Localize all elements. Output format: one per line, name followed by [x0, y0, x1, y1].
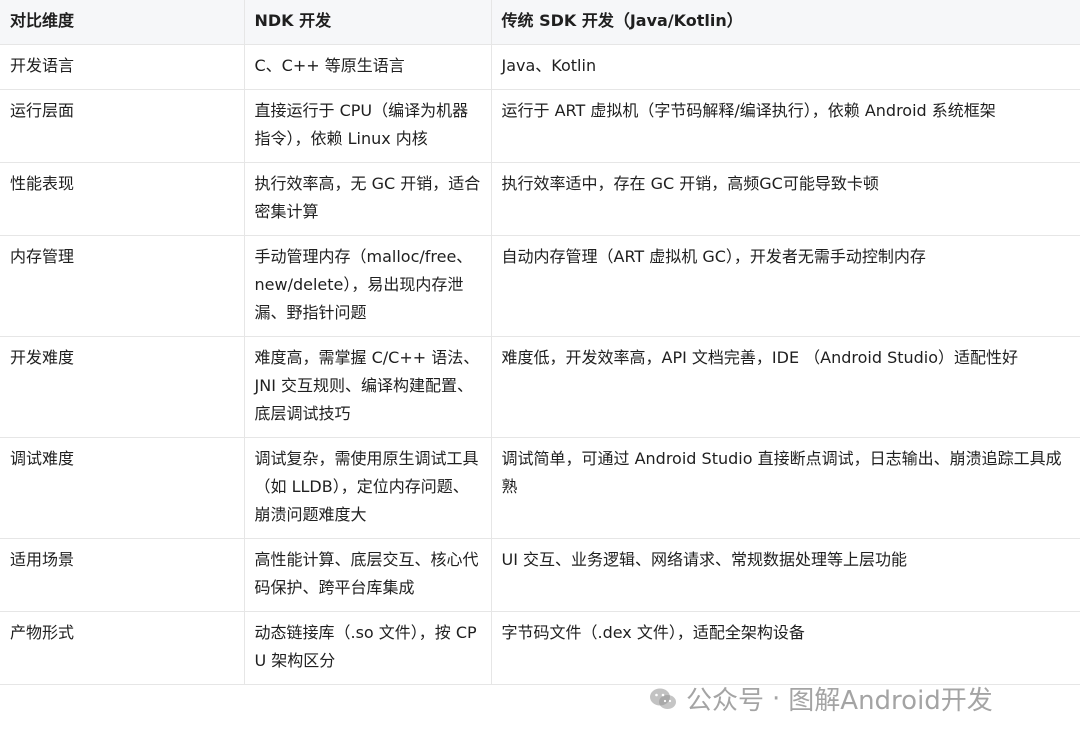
header-sdk: 传统 SDK 开发（Java/Kotlin） [491, 0, 1080, 45]
table-row: 产物形式 动态链接库（.so 文件），按 CPU 架构区分 字节码文件（.dex… [0, 611, 1080, 685]
row-sdk-cell: 字节码文件（.dex 文件），适配全架构设备 [491, 611, 1080, 685]
row-sdk-cell: UI 交互、业务逻辑、网络请求、常规数据处理等上层功能 [491, 538, 1080, 612]
watermark-separator: · [772, 683, 781, 714]
row-ndk-cell: 难度高，需掌握 C/C++ 语法、JNI 交互规则、编译构建配置、底层调试技巧 [244, 336, 492, 438]
row-dimension: 开发语言 [0, 44, 245, 90]
row-ndk-cell: 直接运行于 CPU（编译为机器指令），依赖 Linux 内核 [244, 89, 492, 163]
comparison-table: 对比维度 NDK 开发 传统 SDK 开发（Java/Kotlin） 开发语言 … [0, 0, 1080, 685]
row-sdk-cell: 执行效率适中，存在 GC 开销，高频GC可能导致卡顿 [491, 162, 1080, 236]
row-sdk-cell: 运行于 ART 虚拟机（字节码解释/编译执行），依赖 Android 系统框架 [491, 89, 1080, 163]
row-dimension: 适用场景 [0, 538, 245, 612]
row-dimension: 运行层面 [0, 89, 245, 163]
header-ndk: NDK 开发 [244, 0, 492, 45]
row-sdk-cell: 难度低，开发效率高，API 文档完善，IDE （Android Studio）适… [491, 336, 1080, 438]
row-sdk-cell: 调试简单，可通过 Android Studio 直接断点调试，日志输出、崩溃追踪… [491, 437, 1080, 539]
row-dimension: 调试难度 [0, 437, 245, 539]
row-sdk-cell: Java、Kotlin [491, 44, 1080, 90]
table-row: 适用场景 高性能计算、底层交互、核心代码保护、跨平台库集成 UI 交互、业务逻辑… [0, 538, 1080, 612]
wechat-icon [650, 688, 676, 709]
row-ndk-cell: 调试复杂，需使用原生调试工具（如 LLDB），定位内存问题、崩溃问题难度大 [244, 437, 492, 539]
watermark: 公众号 · 图解Android开发 [648, 680, 993, 717]
row-ndk-cell: 执行效率高，无 GC 开销，适合密集计算 [244, 162, 492, 236]
watermark-prefix: 公众号 [686, 686, 765, 716]
table-row: 运行层面 直接运行于 CPU（编译为机器指令），依赖 Linux 内核 运行于 … [0, 89, 1080, 163]
table-header-row: 对比维度 NDK 开发 传统 SDK 开发（Java/Kotlin） [0, 0, 1080, 45]
row-sdk-cell: 自动内存管理（ART 虚拟机 GC），开发者无需手动控制内存 [491, 235, 1080, 337]
table-row: 开发语言 C、C++ 等原生语言 Java、Kotlin [0, 44, 1080, 90]
row-dimension: 产物形式 [0, 611, 245, 685]
table-row: 性能表现 执行效率高，无 GC 开销，适合密集计算 执行效率适中，存在 GC 开… [0, 162, 1080, 236]
header-dimension: 对比维度 [0, 0, 245, 45]
row-ndk-cell: 手动管理内存（malloc/free、new/delete），易出现内存泄漏、野… [244, 235, 492, 337]
table-row: 内存管理 手动管理内存（malloc/free、new/delete），易出现内… [0, 235, 1080, 337]
row-ndk-cell: 动态链接库（.so 文件），按 CPU 架构区分 [244, 611, 492, 685]
row-dimension: 性能表现 [0, 162, 245, 236]
row-ndk-cell: C、C++ 等原生语言 [244, 44, 492, 90]
table-row: 开发难度 难度高，需掌握 C/C++ 语法、JNI 交互规则、编译构建配置、底层… [0, 336, 1080, 438]
table-row: 调试难度 调试复杂，需使用原生调试工具（如 LLDB），定位内存问题、崩溃问题难… [0, 437, 1080, 539]
watermark-name: 图解Android开发 [788, 686, 993, 716]
row-ndk-cell: 高性能计算、底层交互、核心代码保护、跨平台库集成 [244, 538, 492, 612]
row-dimension: 开发难度 [0, 336, 245, 438]
row-dimension: 内存管理 [0, 235, 245, 337]
